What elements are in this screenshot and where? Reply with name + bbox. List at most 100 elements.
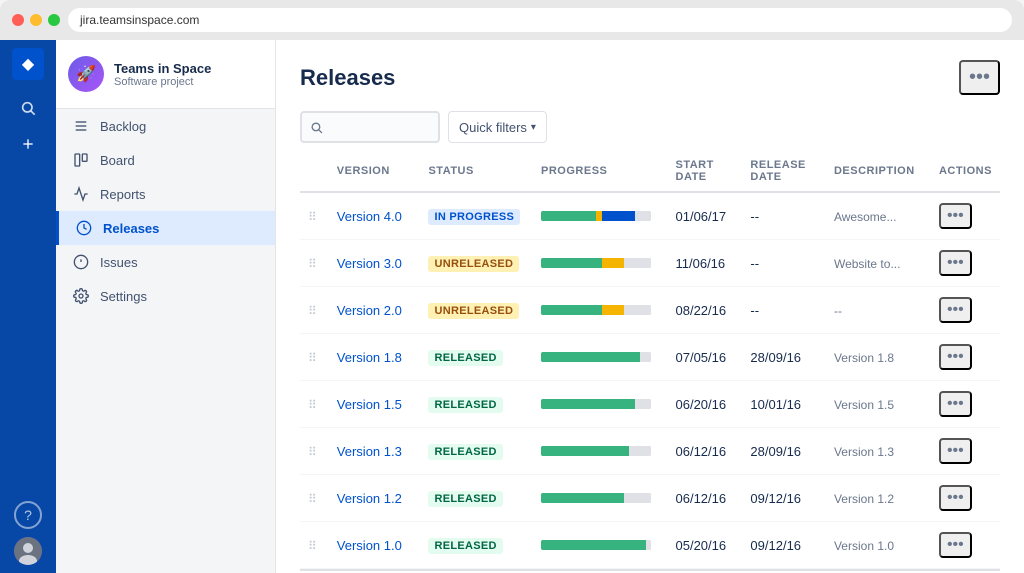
project-info: Teams in Space Software project bbox=[114, 61, 211, 88]
help-icon[interactable]: ? bbox=[14, 501, 42, 529]
drag-handle-icon[interactable]: ⠿ bbox=[308, 539, 321, 553]
row-actions-button[interactable]: ••• bbox=[939, 485, 972, 511]
drag-handle-icon[interactable]: ⠿ bbox=[308, 492, 321, 506]
progress-bar bbox=[541, 305, 651, 315]
row-actions-button[interactable]: ••• bbox=[939, 438, 972, 464]
create-global-icon[interactable] bbox=[12, 128, 44, 160]
row-actions-button[interactable]: ••• bbox=[939, 203, 972, 229]
release-date-cell: -- bbox=[742, 192, 826, 240]
description-text: Version 1.2 bbox=[834, 492, 894, 506]
description-text: -- bbox=[834, 304, 842, 318]
app-container: ◆ ? 🚀 Teams in Space Software project bbox=[0, 40, 1024, 573]
status-cell: IN PROGRESS bbox=[420, 192, 533, 240]
version-name[interactable]: Version 2.0 bbox=[337, 303, 402, 318]
drag-handle-icon[interactable]: ⠿ bbox=[308, 445, 321, 459]
search-box[interactable] bbox=[300, 111, 440, 143]
release-date-cell: -- bbox=[742, 287, 826, 334]
version-name[interactable]: Version 1.0 bbox=[337, 538, 402, 553]
maximize-button[interactable] bbox=[48, 14, 60, 26]
description-text: Awesome... bbox=[834, 210, 896, 224]
drag-handle-icon[interactable]: ⠿ bbox=[308, 304, 321, 318]
drag-handle-icon[interactable]: ⠿ bbox=[308, 351, 321, 365]
sidebar-item-label-backlog: Backlog bbox=[100, 119, 146, 134]
progress-done bbox=[541, 258, 602, 268]
sidebar-item-label-settings: Settings bbox=[100, 289, 147, 304]
version-name[interactable]: Version 1.8 bbox=[337, 350, 402, 365]
table-row: ⠿ Version 4.0 IN PROGRESS 01/06/17 -- Aw… bbox=[300, 192, 1000, 240]
description-text: Version 1.8 bbox=[834, 351, 894, 365]
backlog-nav-icon bbox=[72, 117, 90, 135]
progress-empty bbox=[629, 446, 651, 456]
drag-handle-icon[interactable]: ⠿ bbox=[308, 398, 321, 412]
drag-cell: ⠿ bbox=[300, 522, 329, 569]
status-badge: IN PROGRESS bbox=[428, 209, 520, 225]
col-start-header: Start date bbox=[668, 151, 743, 192]
version-name[interactable]: Version 1.3 bbox=[337, 444, 402, 459]
progress-empty bbox=[624, 305, 652, 315]
sidebar-item-releases[interactable]: Releases bbox=[56, 211, 275, 245]
drag-cell: ⠿ bbox=[300, 287, 329, 334]
more-options-button[interactable]: ••• bbox=[959, 60, 1000, 95]
quick-filters-button[interactable]: Quick filters ▾ bbox=[448, 111, 547, 143]
description-text: Website to... bbox=[834, 257, 900, 271]
col-status-header: Status bbox=[420, 151, 533, 192]
logo-icon: ◆ bbox=[22, 54, 34, 74]
search-global-icon[interactable] bbox=[12, 92, 44, 124]
close-button[interactable] bbox=[12, 14, 24, 26]
project-type: Software project bbox=[114, 76, 211, 88]
table-row: ⠿ Version 1.3 RELEASED 06/12/16 28/09/16… bbox=[300, 428, 1000, 475]
address-bar[interactable]: jira.teamsinspace.com bbox=[68, 8, 1012, 32]
version-name[interactable]: Version 1.5 bbox=[337, 397, 402, 412]
progress-empty bbox=[646, 540, 652, 550]
minimize-button[interactable] bbox=[30, 14, 42, 26]
board-nav-icon bbox=[72, 151, 90, 169]
status-cell: RELEASED bbox=[420, 381, 533, 428]
version-cell: Version 4.0 bbox=[329, 192, 421, 240]
description-cell: Version 1.3 bbox=[826, 428, 931, 475]
version-cell: Version 1.5 bbox=[329, 381, 421, 428]
row-actions-button[interactable]: ••• bbox=[939, 391, 972, 417]
description-text: Version 1.0 bbox=[834, 539, 894, 553]
drag-handle-icon[interactable]: ⠿ bbox=[308, 210, 321, 224]
col-progress-header: Progress bbox=[533, 151, 667, 192]
quick-filters-label: Quick filters bbox=[459, 120, 527, 135]
start-date-cell: 11/06/16 bbox=[668, 240, 743, 287]
sidebar-item-issues[interactable]: Issues bbox=[56, 245, 275, 279]
project-name: Teams in Space bbox=[114, 61, 211, 76]
row-actions-button[interactable]: ••• bbox=[939, 344, 972, 370]
version-name[interactable]: Version 3.0 bbox=[337, 256, 402, 271]
add-version-row: Add bbox=[300, 569, 1000, 573]
progress-bar bbox=[541, 258, 651, 268]
nav-menu: Backlog Board Reports Releases Issues Se… bbox=[56, 109, 275, 313]
actions-cell: ••• bbox=[931, 192, 1000, 240]
version-name[interactable]: Version 4.0 bbox=[337, 209, 402, 224]
drag-handle-icon[interactable]: ⠿ bbox=[308, 257, 321, 271]
progress-cell bbox=[533, 381, 667, 428]
release-date-cell: 09/12/16 bbox=[742, 475, 826, 522]
status-badge: UNRELEASED bbox=[428, 256, 519, 272]
row-actions-button[interactable]: ••• bbox=[939, 532, 972, 558]
col-actions-header: Actions bbox=[931, 151, 1000, 192]
sidebar-item-board[interactable]: Board bbox=[56, 143, 275, 177]
sidebar-item-backlog[interactable]: Backlog bbox=[56, 109, 275, 143]
sidebar-item-reports[interactable]: Reports bbox=[56, 177, 275, 211]
app-logo[interactable]: ◆ bbox=[12, 48, 44, 80]
project-avatar: 🚀 bbox=[68, 56, 104, 92]
sidebar-item-settings[interactable]: Settings bbox=[56, 279, 275, 313]
progress-todo bbox=[602, 305, 624, 315]
user-avatar[interactable] bbox=[14, 537, 42, 565]
col-release-header: Release date bbox=[742, 151, 826, 192]
sidebar-item-label-board: Board bbox=[100, 153, 135, 168]
progress-empty bbox=[635, 211, 652, 221]
description-text: Version 1.5 bbox=[834, 398, 894, 412]
description-cell: -- bbox=[826, 287, 931, 334]
row-actions-button[interactable]: ••• bbox=[939, 250, 972, 276]
release-date-cell: 28/09/16 bbox=[742, 428, 826, 475]
actions-cell: ••• bbox=[931, 334, 1000, 381]
row-actions-button[interactable]: ••• bbox=[939, 297, 972, 323]
description-cell: Website to... bbox=[826, 240, 931, 287]
table-row: ⠿ Version 1.8 RELEASED 07/05/16 28/09/16… bbox=[300, 334, 1000, 381]
version-name[interactable]: Version 1.2 bbox=[337, 491, 402, 506]
project-sidebar: 🚀 Teams in Space Software project Backlo… bbox=[56, 40, 276, 573]
col-drag bbox=[300, 151, 329, 192]
